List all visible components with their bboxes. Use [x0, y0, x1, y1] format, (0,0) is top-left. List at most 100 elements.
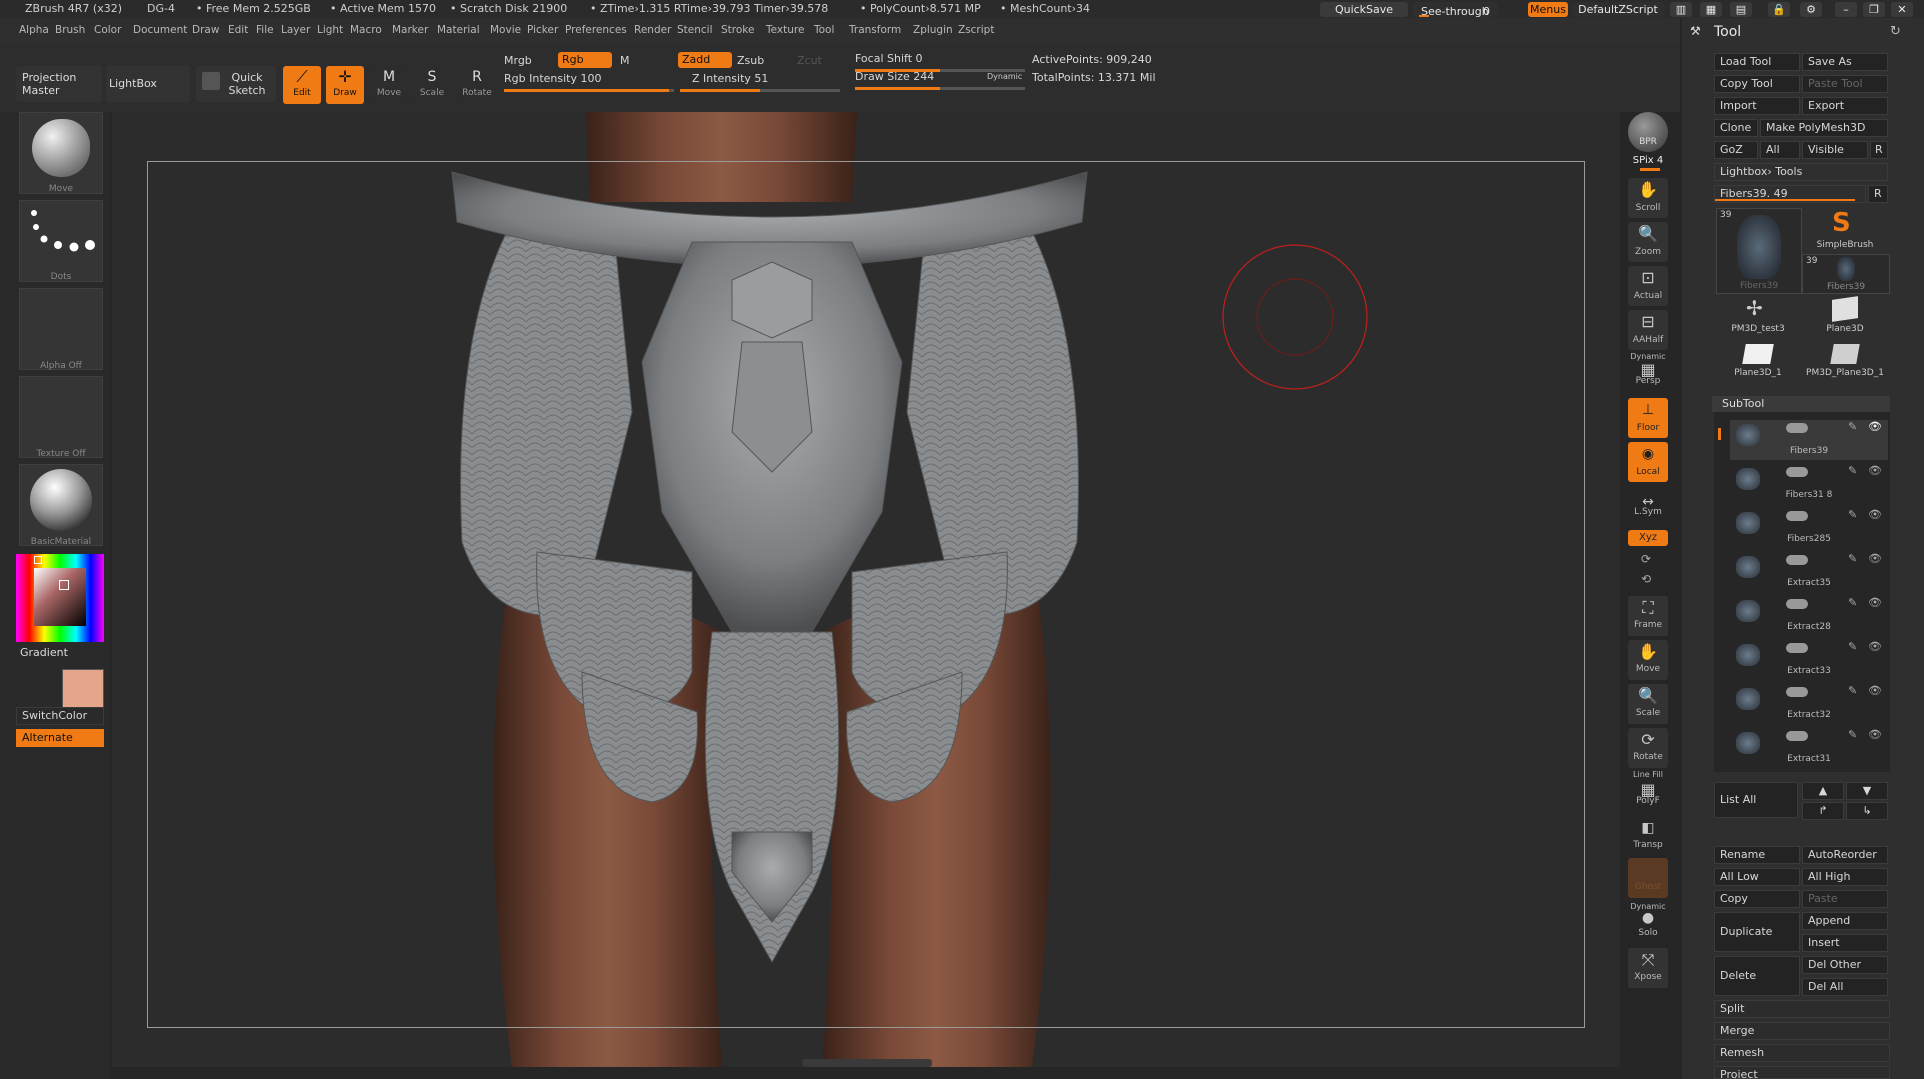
lock-icon[interactable]: 🔒 [1768, 2, 1790, 17]
subtool-row[interactable]: ✎ 👁 Extract31 [1730, 728, 1888, 768]
all-high-button[interactable]: All High [1802, 868, 1888, 886]
layout-icon[interactable]: ▥ [1670, 2, 1692, 17]
menu-alpha[interactable]: Alpha [19, 24, 49, 36]
subtool-eye-icon[interactable]: 👁 [1868, 596, 1882, 609]
hue-marker[interactable] [34, 556, 42, 564]
frame-button[interactable]: ⛶ [1628, 596, 1668, 636]
move-view-button[interactable]: ✋ [1628, 640, 1668, 680]
import-button[interactable]: Import [1714, 97, 1800, 115]
subtool-eye-icon[interactable]: 👁 [1868, 420, 1882, 433]
subtool-row[interactable]: ✎ 👁 Fibers285 [1730, 508, 1888, 548]
menu-macro[interactable]: Macro [350, 24, 382, 36]
subtool-polyframe-toggle[interactable] [1786, 467, 1808, 477]
minimize-icon[interactable]: – [1835, 2, 1857, 17]
subtool-brush-icon[interactable]: ✎ [1848, 596, 1857, 609]
see-through-slider[interactable]: See-through 0 [1413, 2, 1498, 18]
maximize-icon[interactable]: ❐ [1863, 2, 1885, 17]
close-icon[interactable]: ✕ [1891, 2, 1913, 17]
rgb-button[interactable]: Rgb [558, 52, 612, 68]
remesh-button[interactable]: Remesh [1714, 1044, 1890, 1062]
subtool-brush-icon[interactable]: ✎ [1848, 684, 1857, 697]
menu-texture[interactable]: Texture [766, 24, 804, 36]
refresh-icon[interactable]: ↻ [1890, 24, 1901, 39]
current-tool-r-button[interactable]: R [1868, 185, 1888, 203]
ghost-button[interactable] [1628, 858, 1668, 898]
subtool-eye-icon[interactable]: 👁 [1868, 684, 1882, 697]
menu-light[interactable]: Light [317, 24, 343, 36]
subtool-eye-icon[interactable]: 👁 [1868, 464, 1882, 477]
tool-thumb-plane3d[interactable]: Plane3D [1802, 296, 1888, 336]
copy-subtool-button[interactable]: Copy [1714, 890, 1800, 908]
grid-icon[interactable]: ▦ [1700, 2, 1722, 17]
switch-color-button[interactable]: SwitchColor [16, 707, 104, 725]
move-up-folder-button[interactable]: ↱ [1802, 802, 1844, 820]
quicksave-button[interactable]: QuickSave [1320, 2, 1408, 17]
menu-layer[interactable]: Layer [281, 24, 310, 36]
load-tool-button[interactable]: Load Tool [1714, 53, 1800, 71]
subtool-polyframe-toggle[interactable] [1786, 599, 1808, 609]
subtool-polyframe-toggle[interactable] [1786, 643, 1808, 653]
tool-thumb-pm3d-plane3d-1[interactable]: PM3D_Plane3D_1 [1802, 340, 1888, 380]
subtool-brush-icon[interactable]: ✎ [1848, 640, 1857, 653]
tool-thumb-simplebrush[interactable]: S SimpleBrush [1802, 208, 1888, 254]
brush-thumbnail[interactable] [19, 112, 103, 194]
subtool-eye-icon[interactable]: 👁 [1868, 508, 1882, 521]
subtool-eye-icon[interactable]: 👁 [1868, 728, 1882, 741]
menu-stroke[interactable]: Stroke [721, 24, 754, 36]
duplicate-button[interactable]: Duplicate [1714, 912, 1800, 952]
menu-document[interactable]: Document [133, 24, 187, 36]
m-button[interactable]: M [620, 54, 630, 67]
edit-button[interactable]: ⟋ Edit [283, 66, 321, 104]
draw-button[interactable]: ✛ Draw [326, 66, 364, 104]
project-button[interactable]: Project [1714, 1066, 1890, 1079]
z-intensity-slider[interactable] [680, 89, 840, 92]
move-up-button[interactable]: ▲ [1802, 782, 1844, 800]
paste-subtool-button[interactable]: Paste [1802, 890, 1888, 908]
tool-thumb-plane3d-1[interactable]: Plane3D_1 [1716, 340, 1800, 380]
xyz-button[interactable]: Xyz [1628, 530, 1668, 546]
subtool-row[interactable]: ✎ 👁 Extract35 [1730, 552, 1888, 592]
default-zscript-button[interactable]: DefaultZScript [1572, 2, 1664, 17]
main-color-swatch[interactable] [62, 669, 104, 711]
move-down-folder-button[interactable]: ↳ [1846, 802, 1888, 820]
menu-preferences[interactable]: Preferences [565, 24, 627, 36]
zadd-button[interactable]: Zadd [678, 52, 732, 68]
save-as-button[interactable]: Save As [1802, 53, 1888, 71]
rotate-button[interactable]: R Rotate [458, 66, 496, 104]
tool-thumb-fibers39[interactable]: 39 Fibers39 [1716, 208, 1802, 294]
menu-file[interactable]: File [256, 24, 274, 36]
subtool-row[interactable]: ✎ 👁 Fibers31 8 [1730, 464, 1888, 504]
subtool-brush-icon[interactable]: ✎ [1848, 508, 1857, 521]
zcut-button[interactable]: Zcut [797, 54, 822, 67]
split-button[interactable]: Split [1714, 1000, 1890, 1018]
subtool-polyframe-toggle[interactable] [1786, 687, 1808, 697]
goz-visible-button[interactable]: Visible [1802, 141, 1868, 159]
menu-movie[interactable]: Movie [490, 24, 521, 36]
gradient-label[interactable]: Gradient [20, 646, 68, 659]
move-button[interactable]: M Move [370, 66, 408, 104]
paste-tool-button[interactable]: Paste Tool [1802, 75, 1888, 93]
menu-zplugin[interactable]: Zplugin [913, 24, 953, 36]
current-tool-slider[interactable]: Fibers39. 49 [1714, 185, 1866, 203]
menu-marker[interactable]: Marker [392, 24, 428, 36]
menu-render[interactable]: Render [634, 24, 671, 36]
menu-zscript[interactable]: Zscript [958, 24, 994, 36]
menu-picker[interactable]: Picker [527, 24, 558, 36]
subtool-row[interactable]: ✎ 👁 Extract28 [1730, 596, 1888, 636]
stroke-thumbnail[interactable] [19, 200, 103, 282]
list-all-button[interactable]: List All [1714, 782, 1798, 818]
color-picker[interactable] [16, 554, 104, 642]
subtool-polyframe-toggle[interactable] [1786, 555, 1808, 565]
menus-button[interactable]: Menus [1528, 2, 1568, 17]
palette-icon[interactable]: ▤ [1730, 2, 1752, 17]
del-other-button[interactable]: Del Other [1802, 956, 1888, 974]
goz-r-button[interactable]: R [1870, 141, 1888, 159]
tool-panel-title[interactable]: Tool [1714, 24, 1741, 40]
menu-color[interactable]: Color [94, 24, 121, 36]
subtool-brush-icon[interactable]: ✎ [1848, 728, 1857, 741]
menu-draw[interactable]: Draw [192, 24, 219, 36]
subtool-header[interactable]: SubTool [1712, 396, 1890, 412]
subtool-row[interactable]: ✎ 👁 Extract32 [1730, 684, 1888, 724]
menu-stencil[interactable]: Stencil [677, 24, 713, 36]
subtool-eye-icon[interactable]: 👁 [1868, 640, 1882, 653]
